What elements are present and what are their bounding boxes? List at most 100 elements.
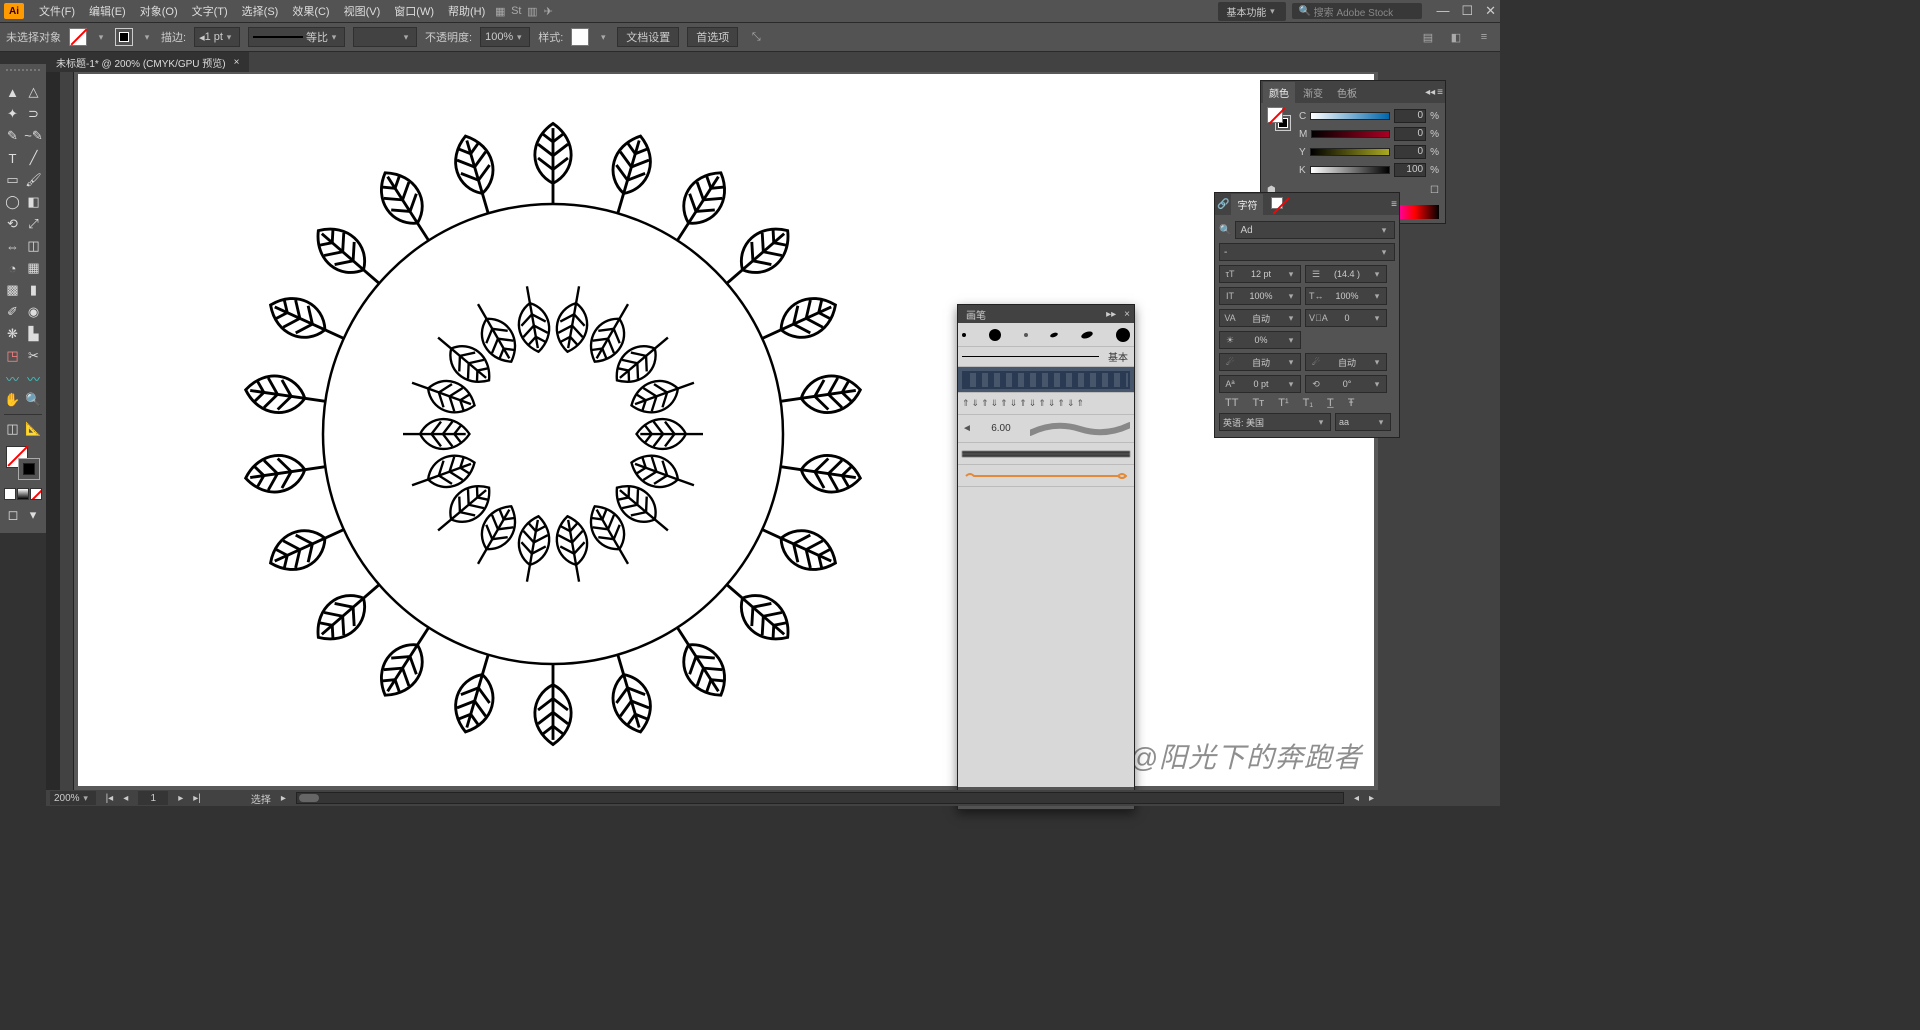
stock-icon[interactable]: St	[508, 3, 524, 19]
tab-swatches[interactable]: 色板	[1331, 82, 1363, 103]
tracking-input[interactable]: V⃯A0▾	[1305, 309, 1387, 327]
color-mode-gradient[interactable]	[17, 488, 29, 500]
line-tool[interactable]: ╱	[23, 147, 44, 169]
brush-def-dropdown[interactable]: ▾	[353, 27, 417, 47]
perspective-tool[interactable]: ▦	[23, 257, 44, 279]
tab-gradient[interactable]: 渐变	[1297, 82, 1329, 103]
toolbar-grip[interactable]	[6, 69, 40, 77]
isolate-icon[interactable]: ◧	[1446, 27, 1466, 47]
wrinkle-tool[interactable]: 〰	[23, 367, 44, 389]
eraser-tool[interactable]: ◧	[23, 191, 44, 213]
rotate-tool[interactable]: ⟲	[2, 213, 23, 235]
kerning-input[interactable]: VA自动▾	[1219, 309, 1301, 327]
zoom-level-input[interactable]: 200%▾	[50, 791, 96, 805]
preferences-button[interactable]: 首选项	[687, 27, 738, 47]
selection-tool[interactable]: ▲	[2, 81, 23, 103]
curvature-tool[interactable]: ~✎	[23, 125, 44, 147]
artboard-tool[interactable]: ◳	[2, 345, 23, 367]
artboard-prev-first-icon[interactable]: |◂	[106, 793, 114, 804]
color-mode-solid[interactable]	[4, 488, 16, 500]
opacity-input[interactable]: 100%▾	[480, 27, 530, 47]
color-mode-none[interactable]	[30, 488, 42, 500]
panel-close-icon[interactable]: ×	[1124, 309, 1130, 320]
magic-wand-tool[interactable]: ✦	[2, 103, 23, 125]
brush-basic[interactable]: 基本	[958, 347, 1134, 367]
align-icon[interactable]: ▤	[1418, 27, 1438, 47]
superscript-icon[interactable]: T¹	[1278, 397, 1288, 409]
character-panel[interactable]: 🔗 字符 ≡ 🔍Ad▾ -▾ τT12 pt▾ ☰(14.4 )▾ IT100%…	[1214, 192, 1400, 438]
symbol-sprayer-tool[interactable]: ❋	[2, 323, 23, 345]
horizontal-scrollbar[interactable]	[296, 792, 1344, 804]
underline-icon[interactable]: T̲	[1327, 397, 1334, 409]
direct-selection-tool[interactable]: △	[23, 81, 44, 103]
stroke-weight-input[interactable]: ◂1 pt▾	[194, 27, 240, 47]
draw-normal-icon[interactable]: ◻	[4, 504, 22, 526]
vertical-ruler[interactable]	[60, 72, 74, 790]
menu-view[interactable]: 视图(V)	[337, 3, 388, 19]
pen-tool[interactable]: ✎	[2, 125, 23, 147]
artboard-next-icon[interactable]: ▸	[178, 793, 183, 804]
menu-effect[interactable]: 效果(C)	[285, 3, 336, 19]
brush-orange-line[interactable]	[958, 465, 1134, 487]
lasso-tool[interactable]: ⊃	[23, 103, 44, 125]
scale-tool[interactable]: ⤢	[23, 213, 44, 235]
stroke-swatch[interactable]	[115, 28, 133, 46]
strike-icon[interactable]: Ŧ	[1348, 397, 1355, 409]
language-dropdown[interactable]: 英语: 美国▾	[1219, 413, 1331, 431]
antialias-dropdown[interactable]: aa▾	[1335, 413, 1391, 431]
rectangle-tool[interactable]: ▭	[2, 169, 23, 191]
brush-scatter-arrows[interactable]: ⇑⇓⇑⇓⇑⇓⇑⇓⇑⇓⇑⇓⇑	[958, 393, 1134, 415]
artboard-next-last-icon[interactable]: ▸|	[193, 793, 201, 804]
brush-pattern-border[interactable]	[958, 367, 1134, 393]
options-menu-icon[interactable]: ≡	[1474, 27, 1494, 47]
char-link-icon[interactable]: 🔗	[1217, 199, 1229, 210]
menu-object[interactable]: 对象(O)	[133, 3, 185, 19]
k-value[interactable]: 100	[1394, 163, 1426, 177]
auto1-input[interactable]: ☄自动▾	[1219, 353, 1301, 371]
rotation-input[interactable]: ⟲0°▾	[1305, 375, 1387, 393]
stroke-dropdown-icon[interactable]: ▾	[141, 32, 153, 43]
color-close-icon[interactable]: ≡	[1437, 87, 1443, 98]
char-fill-swatch[interactable]	[1271, 197, 1283, 209]
menu-type[interactable]: 文字(T)	[185, 3, 235, 19]
vscale-input[interactable]: IT100%▾	[1219, 287, 1301, 305]
auto2-input[interactable]: ☄自动▾	[1305, 353, 1387, 371]
measure-tool[interactable]: 📐	[23, 418, 44, 440]
hscale-input[interactable]: T↔100%▾	[1305, 287, 1387, 305]
type-tool[interactable]: T	[2, 147, 23, 169]
puppet-tool[interactable]: 〰	[2, 367, 23, 389]
zoom-tool[interactable]: 🔍	[23, 389, 44, 411]
transform-icon[interactable]: ⤡	[746, 27, 766, 47]
status-menu-icon[interactable]: ▸	[281, 793, 286, 804]
paintbrush-tool[interactable]: 🖌	[23, 169, 44, 191]
scroll-left-icon[interactable]: ◂	[1354, 793, 1359, 804]
font-style-dropdown[interactable]: -▾	[1219, 243, 1395, 261]
vshift-input[interactable]: ☀0%▾	[1219, 331, 1301, 349]
fill-swatch[interactable]	[69, 28, 87, 46]
brush-charcoal[interactable]	[958, 443, 1134, 465]
window-maximize-icon[interactable]: ☐	[1461, 3, 1473, 19]
style-dropdown-icon[interactable]: ▾	[597, 32, 609, 43]
workspace-switcher[interactable]: 基本功能▾	[1218, 2, 1286, 21]
tab-color[interactable]: 颜色	[1263, 82, 1295, 103]
print-tile-tool[interactable]: ◫	[2, 418, 23, 440]
scroll-right-icon[interactable]: ▸	[1369, 793, 1374, 804]
gradient-tool[interactable]: ▮	[23, 279, 44, 301]
free-transform-tool[interactable]: ◫	[23, 235, 44, 257]
subscript-icon[interactable]: T₁	[1303, 397, 1313, 409]
slice-tool[interactable]: ✂	[23, 345, 44, 367]
font-family-input[interactable]: Ad▾	[1235, 221, 1395, 239]
artboard-prev-icon[interactable]: ◂	[123, 793, 128, 804]
k-slider[interactable]	[1310, 166, 1390, 174]
hand-tool[interactable]: ✋	[2, 389, 23, 411]
tab-character[interactable]: 字符	[1231, 194, 1263, 215]
graphic-style-swatch[interactable]	[571, 28, 589, 46]
color-collapse-icon[interactable]: ◂◂	[1425, 87, 1435, 98]
allcaps-icon[interactable]: TT	[1225, 397, 1238, 409]
artboard[interactable]: 头条 @阳光下的奔跑者	[78, 74, 1374, 786]
fill-dropdown-icon[interactable]: ▾	[95, 32, 107, 43]
panel-dock-icon[interactable]: ▸▸	[1106, 309, 1116, 320]
stroke-profile[interactable]: 等比▾	[248, 27, 345, 47]
width-tool[interactable]: ⇔	[2, 235, 23, 257]
brush-art-wave[interactable]: ◄ 6.00	[958, 415, 1134, 443]
